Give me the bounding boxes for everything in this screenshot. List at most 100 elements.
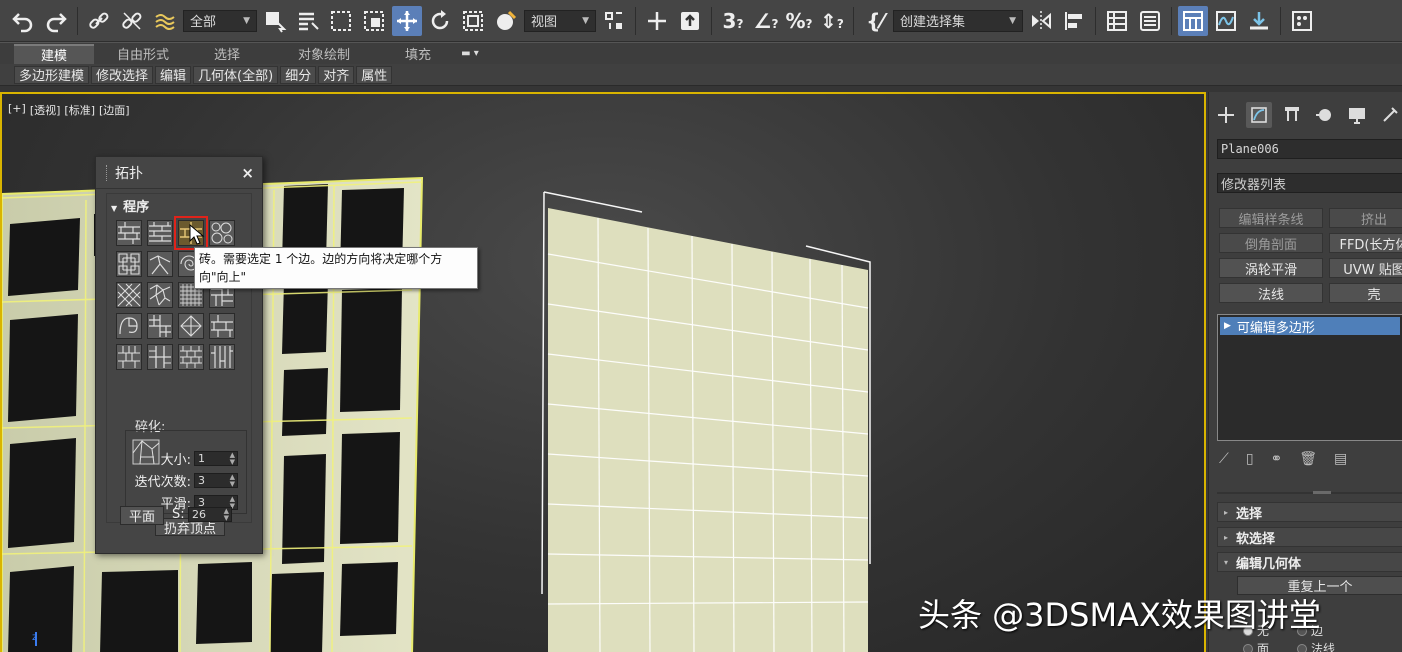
- iterations-spinner[interactable]: 3 ▲ ▼: [194, 473, 238, 488]
- pattern-brick-icon[interactable]: [116, 220, 142, 246]
- ribbon-panel-align[interactable]: 对齐: [318, 65, 355, 84]
- ribbon-tab-populate[interactable]: 填充: [386, 44, 450, 64]
- ribbon-panel-geometry-all[interactable]: 几何体(全部): [193, 65, 279, 84]
- ribbon-tab-freeform[interactable]: 自由形式: [94, 44, 192, 64]
- pattern-planks-icon[interactable]: [209, 344, 235, 370]
- toggle-ribbon-icon[interactable]: [1178, 5, 1208, 36]
- window-crossing-icon[interactable]: [359, 6, 389, 36]
- expand-triangle-icon[interactable]: ▶: [1224, 321, 1231, 331]
- drag-grip-icon[interactable]: [106, 164, 109, 181]
- ribbon-tab-modeling[interactable]: 建模: [14, 43, 94, 64]
- layer-explorer-icon[interactable]: [1135, 6, 1165, 36]
- ribbon-panel-polygon-modeling[interactable]: 多边形建模: [14, 65, 90, 84]
- bind-space-warp-icon[interactable]: [150, 6, 180, 36]
- spinner-arrows-icon[interactable]: ▲ ▼: [230, 451, 235, 466]
- pattern-cobblestone-icon[interactable]: [209, 220, 235, 246]
- select-by-name-icon[interactable]: [293, 6, 323, 36]
- rollout-edit-geometry[interactable]: ▾ 编辑几何体: [1217, 552, 1402, 572]
- modifier-normal-button[interactable]: 法线: [1219, 283, 1323, 303]
- radio-face[interactable]: 面: [1243, 640, 1269, 652]
- move-icon[interactable]: [392, 5, 422, 36]
- viewport-shading-edged-faces[interactable]: [边面]: [99, 102, 130, 118]
- viewport-point-of-view[interactable]: [透视]: [30, 102, 61, 118]
- pattern-voronoi-icon[interactable]: [147, 282, 173, 308]
- scale-icon[interactable]: [458, 6, 488, 36]
- modifier-list-dropdown[interactable]: 修改器列表: [1217, 173, 1402, 193]
- modifier-uvw-map-button[interactable]: UVW 贴图: [1329, 258, 1402, 278]
- utilities-tab-icon[interactable]: [1376, 102, 1402, 128]
- panel-resize-handle[interactable]: [1217, 491, 1402, 494]
- link-icon[interactable]: [84, 6, 114, 36]
- display-tab-icon[interactable]: [1344, 102, 1371, 128]
- create-tab-icon[interactable]: [1213, 102, 1240, 128]
- modifier-edit-spline-button[interactable]: 编辑样条线: [1219, 208, 1323, 228]
- keyboard-shortcut-override-icon[interactable]: [675, 6, 705, 36]
- size-spinner[interactable]: 1 ▲ ▼: [194, 451, 238, 466]
- selection-filter-dropdown[interactable]: 全部 ▼: [183, 9, 257, 32]
- reference-coordinate-dropdown[interactable]: 视图 ▼: [524, 9, 596, 32]
- modifier-turbosmooth-button[interactable]: 涡轮平滑: [1219, 258, 1323, 278]
- modifier-extrude-button[interactable]: 挤出: [1329, 208, 1402, 228]
- stack-item-editable-poly[interactable]: ▶ 可编辑多边形: [1220, 317, 1400, 336]
- select-manipulate-icon[interactable]: [642, 6, 672, 36]
- unlink-icon[interactable]: [117, 6, 147, 36]
- scene-explorer-icon[interactable]: [1102, 6, 1132, 36]
- percent-snap-icon[interactable]: %?: [784, 6, 814, 36]
- rollout-soft-selection[interactable]: ▸ 软选择: [1217, 527, 1402, 547]
- close-icon[interactable]: ×: [241, 164, 254, 182]
- pivot-center-icon[interactable]: [599, 6, 629, 36]
- modifier-ffd-box-button[interactable]: FFD(长方体: [1329, 233, 1402, 253]
- pattern-crosshatch-icon[interactable]: [116, 282, 142, 308]
- mirror-icon[interactable]: [1026, 6, 1056, 36]
- ribbon-tab-selection[interactable]: 选择: [192, 44, 262, 64]
- object-name-field[interactable]: Plane006: [1217, 139, 1402, 159]
- radio-normal[interactable]: 法线: [1297, 640, 1335, 652]
- select-object-icon[interactable]: [260, 6, 290, 36]
- show-end-result-icon[interactable]: ▯: [1246, 451, 1254, 467]
- spinner-arrows-icon[interactable]: ▲ ▼: [224, 507, 229, 522]
- ribbon-panel-modify-selection[interactable]: 修改选择: [91, 65, 154, 84]
- undo-icon[interactable]: [8, 6, 38, 36]
- pattern-grid-split-icon[interactable]: [147, 313, 173, 339]
- fragment-pattern-icon[interactable]: [132, 439, 160, 465]
- align-icon[interactable]: [1059, 6, 1089, 36]
- ribbon-tab-object-paint[interactable]: 对象绘制: [262, 44, 386, 64]
- angle-snap-icon[interactable]: ∠?: [751, 6, 781, 36]
- remove-modifier-icon[interactable]: 🗑: [1299, 451, 1317, 467]
- modify-tab-icon[interactable]: [1245, 102, 1273, 128]
- ribbon-panel-subdivision[interactable]: 细分: [280, 65, 317, 84]
- topology-panel-header[interactable]: 拓扑 ×: [96, 157, 262, 189]
- spinner-arrows-icon[interactable]: ▲ ▼: [230, 473, 235, 488]
- pattern-cracked-icon[interactable]: [147, 251, 173, 277]
- motion-tab-icon[interactable]: [1311, 102, 1338, 128]
- planar-button[interactable]: 平面: [120, 506, 164, 525]
- ribbon-options-menu[interactable]: ▬ ▾: [450, 44, 490, 64]
- pattern-fracture-icon[interactable]: [178, 313, 204, 339]
- modifier-bevel-profile-button[interactable]: 倒角剖面: [1219, 233, 1323, 253]
- pattern-herringbone-icon[interactable]: [116, 251, 142, 277]
- schematic-view-icon[interactable]: [1244, 6, 1274, 36]
- pattern-stack-bond-icon[interactable]: [147, 344, 173, 370]
- spinner-snap-icon[interactable]: ⇕?: [817, 6, 847, 36]
- pin-stack-icon[interactable]: ⟋: [1219, 451, 1229, 467]
- modifier-shell-button[interactable]: 壳: [1329, 283, 1402, 303]
- hierarchy-tab-icon[interactable]: [1278, 102, 1305, 128]
- material-editor-icon[interactable]: [1287, 6, 1317, 36]
- redo-icon[interactable]: [41, 6, 71, 36]
- curve-editor-icon[interactable]: [1211, 6, 1241, 36]
- rotate-icon[interactable]: [425, 6, 455, 36]
- ribbon-panel-edit[interactable]: 编辑: [155, 65, 192, 84]
- snaps-toggle-icon[interactable]: 3?: [718, 6, 748, 36]
- configure-modifier-sets-icon[interactable]: ▤: [1334, 451, 1347, 467]
- viewport-menu-plus[interactable]: [+]: [8, 102, 26, 118]
- pattern-tiles-icon[interactable]: [209, 313, 235, 339]
- edit-named-selection-icon[interactable]: {⁄: [860, 6, 890, 36]
- pattern-parquet-icon[interactable]: [116, 344, 142, 370]
- pattern-wall-icon[interactable]: [178, 344, 204, 370]
- make-unique-icon[interactable]: ⚭: [1271, 451, 1283, 467]
- named-selection-set-dropdown[interactable]: 创建选择集 ▼: [893, 9, 1023, 32]
- ribbon-panel-properties[interactable]: 属性: [356, 65, 393, 84]
- procedural-group-header[interactable]: ▼ 程序: [111, 196, 149, 215]
- viewport-shading-standard[interactable]: [标准]: [64, 102, 95, 118]
- rectangular-selection-icon[interactable]: [326, 6, 356, 36]
